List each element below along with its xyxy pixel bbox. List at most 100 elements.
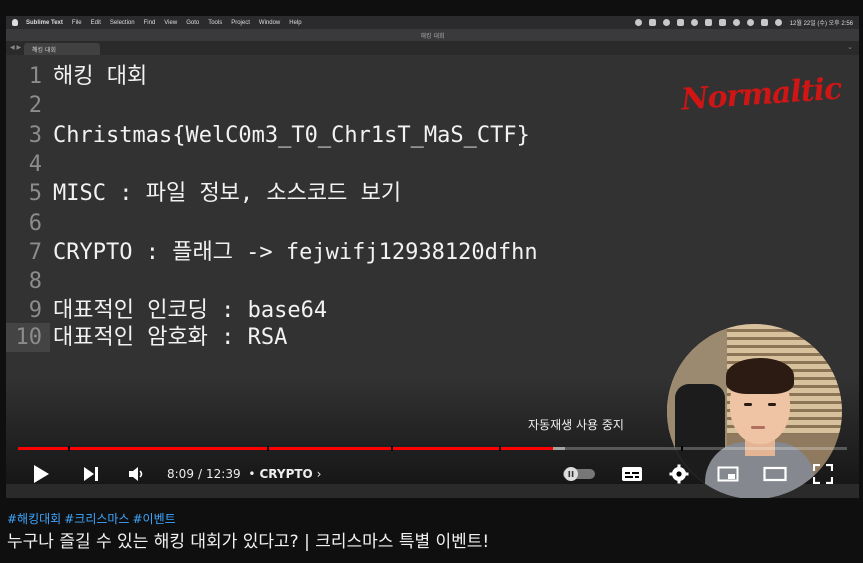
display-icon [676, 19, 684, 26]
duration: 12:39 [206, 467, 241, 481]
settings-button[interactable] [664, 456, 694, 492]
presenter-eye [744, 403, 752, 406]
hashtag-link[interactable]: #이벤트 [132, 512, 175, 526]
fullscreen-button[interactable] [808, 456, 838, 492]
hashtag-link[interactable]: #크리스마스 [64, 512, 129, 526]
subtitles-icon [622, 467, 642, 481]
control-center-icon [760, 19, 768, 26]
miniplayer-icon [717, 466, 739, 482]
fullscreen-icon [813, 464, 833, 484]
line-text: 대표적인 암호화 : RSA [53, 325, 288, 350]
menu-goto: Goto [186, 19, 200, 26]
menu-help: Help [289, 19, 302, 26]
moon-icon [662, 19, 670, 26]
chapter-bullet: • [248, 467, 256, 481]
menu-project: Project [231, 19, 250, 26]
editor-line: 5 MISC : 파일 정보, 소스코드 보기 [6, 179, 859, 208]
search-icon [746, 19, 754, 26]
player-controls: 8:09/ 12:39 • CRYPTO › [6, 456, 859, 492]
line-number: 10 [15, 325, 43, 350]
menu-file: File [71, 19, 82, 26]
line-text: 대표적인 인코딩 : base64 [53, 298, 328, 323]
mac-menubar: Sublime Text File Edit Selection Find Vi… [6, 16, 859, 29]
line-number: 9 [28, 298, 42, 323]
line-number: 6 [28, 211, 42, 236]
chapter-divider [67, 446, 70, 451]
chapter-title-button[interactable]: CRYPTO [260, 467, 313, 481]
editor-line: 4 [6, 150, 859, 179]
autoplay-toggle-icon [563, 467, 595, 481]
next-button[interactable] [76, 456, 106, 492]
editor-line: 3 Christmas{WelC0m3_T0_Chr1sT_MaS_CTF} [6, 121, 859, 150]
video-title: 누구나 즐길 수 있는 해킹 대회가 있다고? | 크리스마스 특별 이벤트! [7, 532, 490, 552]
chapter-divider [266, 446, 269, 451]
line-text: MISC : 파일 정보, 소스코드 보기 [53, 181, 402, 206]
current-time: 8:09 [167, 467, 194, 481]
editor-line: 9 대표적인 인코딩 : base64 [6, 296, 859, 325]
time-display: 8:09/ 12:39 • CRYPTO › [167, 467, 321, 481]
theater-icon [763, 466, 787, 482]
menubar-app-name: Sublime Text [26, 19, 63, 26]
battery-icon [718, 19, 726, 26]
chapter-divider [391, 446, 394, 451]
video-player[interactable]: Sublime Text File Edit Selection Find Vi… [6, 16, 859, 498]
theater-mode-button[interactable] [760, 456, 790, 492]
menu-find: Find [143, 19, 156, 26]
line-number: 7 [28, 240, 42, 265]
editor-line: 6 [6, 209, 859, 238]
hashtag-link[interactable]: #해킹대회 [7, 512, 61, 526]
play-button[interactable] [26, 456, 56, 492]
siri-icon [774, 19, 782, 26]
menu-edit: Edit [90, 19, 101, 26]
editor-tab: 해킹 대회 × [24, 43, 100, 55]
menu-tools: Tools [208, 19, 223, 26]
window-title: 해킹 대회 [420, 33, 445, 40]
time-separator: / [197, 467, 202, 481]
presenter-eye [768, 403, 776, 406]
line-number: 3 [28, 123, 42, 148]
window-titlebar: 해킹 대회 [6, 29, 859, 41]
play-icon [34, 465, 49, 483]
menubar-clock: 12월 22일 (수) 오후 2:56 [789, 21, 853, 27]
wifi-icon [732, 19, 740, 26]
subtitles-button[interactable] [617, 456, 647, 492]
headphones-icon [690, 19, 698, 26]
chapter-divider [681, 446, 684, 451]
autoplay-toggle[interactable] [562, 456, 596, 492]
menubar-status-area: 12월 22일 (수) 오후 2:56 [628, 16, 853, 29]
presenter-hair [726, 358, 794, 394]
chevron-down-icon: ⌄ [847, 43, 853, 51]
record-icon [634, 19, 642, 26]
progress-bar[interactable] [18, 446, 847, 451]
presenter-mouth [751, 426, 765, 429]
line-number: 4 [28, 152, 42, 177]
close-icon: × [32, 45, 38, 52]
next-icon [84, 467, 98, 481]
editor-line: 7 CRYPTO : 플래그 -> fejwifj12938120dfhn [6, 238, 859, 267]
volume-icon [129, 467, 143, 481]
menu-view: View [164, 19, 178, 26]
miniplayer-button[interactable] [713, 456, 743, 492]
autoplay-tooltip: 자동재생 사용 중지 [528, 418, 624, 432]
line-number: 1 [28, 64, 42, 89]
line-text: Christmas{WelC0m3_T0_Chr1sT_MaS_CTF} [53, 123, 530, 148]
editor-line: 8 [6, 267, 859, 296]
settings-icon [669, 464, 689, 484]
app-status-icon [648, 19, 656, 26]
apple-icon [12, 19, 18, 26]
volume-button[interactable] [122, 456, 152, 492]
editor-tabbar: ◀ ▶ 해킹 대회 × ⌄ [6, 41, 859, 55]
chevron-right-icon: › [316, 467, 322, 481]
line-number: 2 [28, 93, 42, 118]
input-source-icon [704, 19, 712, 26]
line-text: 해킹 대회 [53, 64, 148, 89]
line-number: 8 [28, 269, 42, 294]
chapter-divider [498, 446, 501, 451]
line-text: CRYPTO : 플래그 -> fejwifj12938120dfhn [53, 240, 538, 265]
menu-selection: Selection [109, 19, 135, 26]
progress-played [18, 447, 553, 450]
video-hashtags: #해킹대회 #크리스마스 #이벤트 [7, 510, 179, 527]
tab-nav-arrows-icon: ◀ ▶ [10, 44, 22, 51]
line-number: 5 [28, 181, 42, 206]
menu-window: Window [258, 19, 281, 26]
